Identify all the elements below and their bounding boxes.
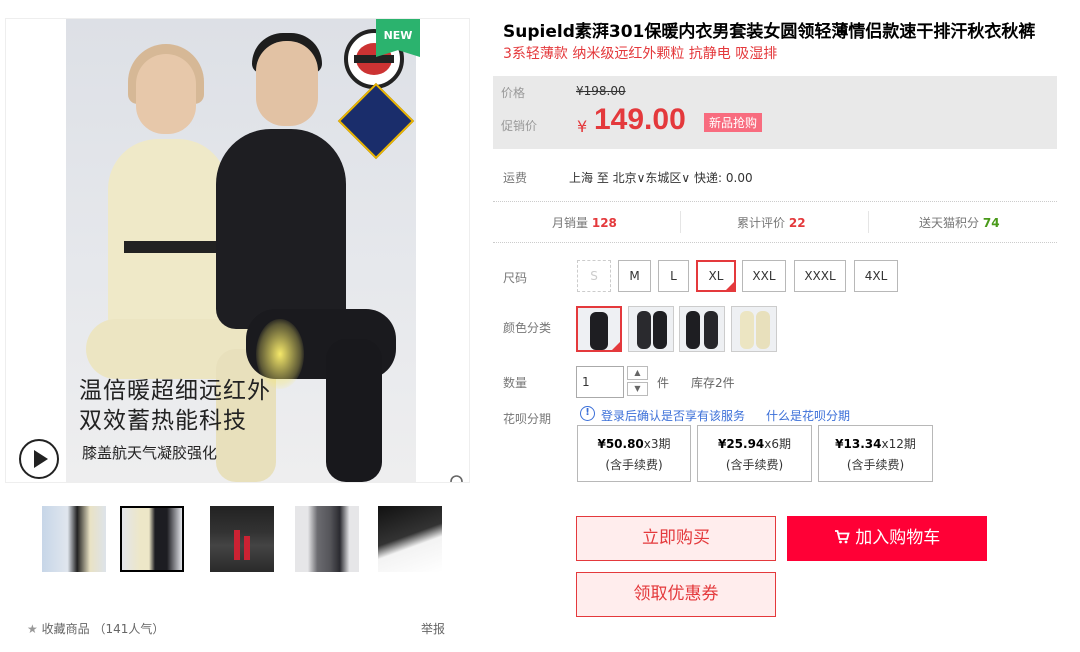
thumbnail-4[interactable]	[295, 506, 359, 572]
buy-now-button[interactable]: 立即购买	[576, 516, 776, 561]
report-link[interactable]: 举报	[421, 620, 445, 637]
fabric-badge-logo	[337, 82, 415, 160]
stock-count: 库存2件	[691, 376, 735, 390]
promo-price-label: 促销价	[501, 119, 538, 133]
magnifier-icon[interactable]	[449, 474, 467, 483]
quantity-unit: 件	[657, 376, 670, 390]
new-product-badge: 新品抢购	[704, 113, 763, 132]
product-title: Supield素湃301保暖内衣男套装女圆领轻薄情侣款速干排汗秋衣秋裤	[503, 22, 1036, 42]
favorite-product[interactable]: ★ 收藏商品 （141人气）	[27, 620, 164, 637]
cart-icon	[834, 530, 850, 544]
color-option-3[interactable]	[679, 306, 725, 352]
price-label: 价格	[501, 86, 526, 100]
divider	[493, 201, 1057, 202]
what-is-huabei-link[interactable]: 什么是花呗分期	[766, 407, 850, 424]
huabei-note: 后确认是否享有该服务	[625, 409, 746, 423]
size-option-l[interactable]: L	[658, 260, 689, 292]
review-count-value: 22	[788, 216, 806, 230]
promo-line-2: 双效蓄热能科技	[79, 407, 247, 433]
size-option-xxxl[interactable]: XXXL	[794, 260, 846, 292]
currency-symbol: ¥	[577, 117, 588, 136]
info-icon: !	[580, 406, 595, 421]
size-option-m[interactable]: M	[618, 260, 651, 292]
thumbnail-3[interactable]	[210, 506, 274, 572]
installment-option-12[interactable]: ¥13.34x12期 (含手续费)	[818, 425, 933, 482]
size-option-4xl[interactable]: 4XL	[854, 260, 898, 292]
promo-line-1: 温倍暖超细远红外	[79, 377, 271, 403]
model-man-top	[216, 129, 346, 329]
selected-check-icon	[611, 341, 620, 350]
star-icon: ★	[27, 622, 38, 636]
tmall-points-value: 74	[982, 216, 1000, 230]
model-man-head	[256, 41, 318, 126]
color-option-4[interactable]	[731, 306, 777, 352]
shipping-label: 运费	[503, 171, 528, 185]
get-coupon-button[interactable]: 领取优惠券	[576, 572, 776, 617]
color-option-2[interactable]	[628, 306, 674, 352]
promo-line-3: 膝盖航天气凝胶强化	[82, 444, 218, 462]
divider	[493, 242, 1057, 243]
quantity-decrease-button[interactable]: ▼	[627, 382, 648, 396]
color-option-1[interactable]	[576, 306, 622, 352]
selected-check-icon	[725, 281, 735, 291]
original-price: ¥198.00	[576, 84, 626, 98]
add-to-cart-label: 加入购物车	[855, 528, 941, 548]
promo-price: 149.00	[594, 103, 686, 136]
stat-separator	[868, 211, 869, 233]
size-option-xl[interactable]: XL	[696, 260, 736, 292]
thumbnail-5[interactable]	[378, 506, 442, 572]
quantity-label: 数量	[503, 376, 528, 390]
color-label: 颜色分类	[503, 321, 552, 335]
review-count[interactable]: 累计评价 22	[737, 214, 806, 231]
play-icon[interactable]	[19, 439, 59, 479]
model-man-leg	[326, 339, 382, 482]
model-woman-top	[108, 139, 228, 339]
tmall-points: 送天猫积分 74	[919, 216, 1000, 230]
shipping-destination-selector[interactable]: 上海 至 北京∨东城区∨ 快递: 0.00	[569, 169, 753, 186]
login-link[interactable]: 登录	[601, 407, 625, 424]
quantity-input[interactable]: 1	[576, 366, 624, 398]
size-label: 尺码	[503, 271, 528, 285]
quantity-increase-button[interactable]: ▲	[627, 366, 648, 380]
installment-option-3[interactable]: ¥50.80x3期 (含手续费)	[577, 425, 691, 482]
favorite-count: （141人气）	[93, 622, 165, 636]
main-product-image[interactable]: NEW 温倍暖超细远红外 双效蓄热能科技 膝盖航天气凝胶强化	[5, 18, 470, 483]
stat-separator	[680, 211, 681, 233]
size-option-xxl[interactable]: XXL	[742, 260, 786, 292]
thumbnail-1[interactable]	[42, 506, 106, 572]
monthly-sales: 月销量 128	[552, 216, 617, 230]
size-option-s[interactable]: S	[577, 260, 611, 292]
model-woman-head	[136, 54, 196, 134]
add-to-cart-button[interactable]: 加入购物车	[787, 516, 987, 561]
monthly-sales-value: 128	[591, 216, 617, 230]
product-subtitle: 3系轻薄款 纳米级远红外颗粒 抗静电 吸湿排	[503, 46, 778, 62]
installment-option-6[interactable]: ¥25.94x6期 (含手续费)	[697, 425, 812, 482]
thumbnail-2[interactable]	[120, 506, 184, 572]
huabei-label: 花呗分期	[503, 412, 552, 426]
favorite-label: 收藏商品	[41, 622, 90, 636]
